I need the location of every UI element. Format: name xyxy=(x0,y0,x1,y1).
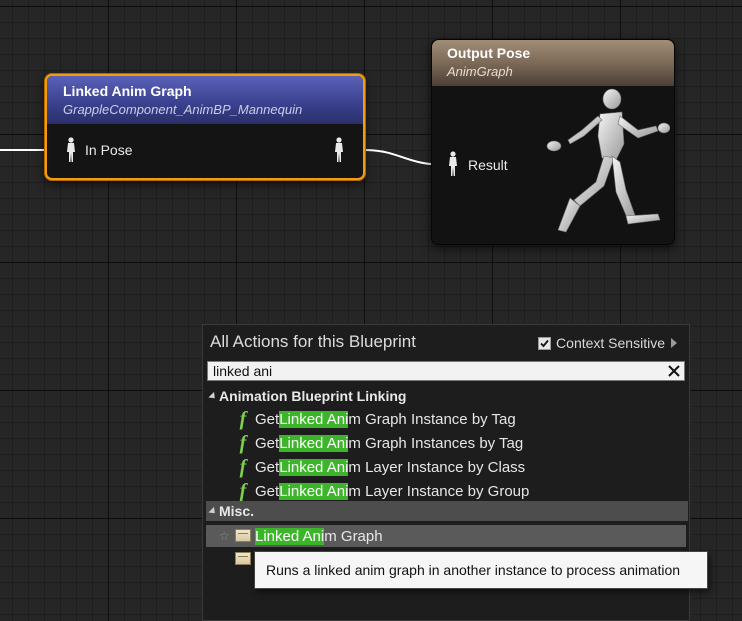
linked-node-title: Linked Anim Graph xyxy=(63,83,192,99)
linked-node-body: In Pose xyxy=(47,124,363,178)
output-node-subtitle: AnimGraph xyxy=(447,64,513,79)
output-node-title: Output Pose xyxy=(447,45,531,61)
category-label: Misc. xyxy=(219,503,255,519)
context-sensitive-label: Context Sensitive xyxy=(556,335,665,351)
output-node-header[interactable]: Output Pose AnimGraph xyxy=(432,40,674,86)
linked-anim-graph-node[interactable]: Linked Anim Graph GrappleComponent_AnimB… xyxy=(45,74,365,180)
action-item[interactable]: f Get Linked Ani m Graph Instance by Tag xyxy=(235,408,516,430)
category-animation-blueprint-linking[interactable]: Animation Blueprint Linking xyxy=(208,388,407,404)
search-match-highlight: Linked Ani xyxy=(279,434,349,452)
action-item[interactable]: f Get Linked Ani m Graph Instances by Tag xyxy=(235,431,524,454)
context-sensitive-checkbox[interactable] xyxy=(538,336,552,350)
item-suffix: m Layer Instance by Class xyxy=(348,458,526,476)
collapse-arrow-icon[interactable] xyxy=(208,391,218,401)
context-expand-arrow-icon[interactable] xyxy=(671,338,677,348)
action-tooltip: Runs a linked anim graph in another inst… xyxy=(254,551,708,589)
action-item[interactable]: f Get Linked Ani m Layer Instance by Clas… xyxy=(235,455,526,478)
result-pin-icon[interactable] xyxy=(447,151,459,177)
anim-node-icon xyxy=(235,552,251,565)
linked-node-subtitle: GrappleComponent_AnimBP_Mannequin xyxy=(63,102,303,117)
search-box[interactable] xyxy=(207,361,685,381)
out-pose-pin-icon[interactable] xyxy=(333,137,345,163)
action-menu-title: All Actions for this Blueprint xyxy=(210,332,416,351)
action-item-linked-anim-graph[interactable]: Linked Ani m Graph xyxy=(255,525,383,547)
function-icon: f xyxy=(239,431,247,454)
in-pose-pin-icon[interactable] xyxy=(65,137,77,163)
collapse-arrow-icon[interactable] xyxy=(208,506,218,516)
search-match-highlight: Linked Ani xyxy=(279,458,349,476)
misc-category-bar[interactable] xyxy=(206,501,688,521)
search-match-highlight: Linked Ani xyxy=(255,527,325,545)
anim-node-icon xyxy=(235,529,251,542)
item-suffix: m Graph Instances by Tag xyxy=(348,434,524,452)
item-suffix: m Graph xyxy=(324,527,383,545)
result-label: Result xyxy=(468,157,508,173)
item-suffix: m Layer Instance by Group xyxy=(348,482,530,500)
search-match-highlight: Linked Ani xyxy=(279,410,349,428)
function-icon: f xyxy=(239,455,247,478)
category-label: Animation Blueprint Linking xyxy=(219,388,407,404)
output-pose-node[interactable]: Output Pose AnimGraph Result xyxy=(431,39,675,245)
function-icon: f xyxy=(239,479,247,502)
search-match-highlight: Linked Ani xyxy=(279,482,349,500)
search-input[interactable] xyxy=(213,362,653,380)
action-item[interactable]: f Get Linked Ani m Layer Instance by Grou… xyxy=(235,479,530,502)
item-prefix: Get xyxy=(255,434,280,452)
favorite-star-icon[interactable]: ☆ xyxy=(219,529,230,543)
item-prefix: Get xyxy=(255,482,280,500)
linked-node-header[interactable]: Linked Anim Graph GrappleComponent_AnimB… xyxy=(47,76,363,124)
in-pose-label: In Pose xyxy=(85,142,133,158)
checkmark-icon xyxy=(540,339,549,347)
category-misc[interactable]: Misc. xyxy=(208,503,255,519)
context-sensitive-toggle[interactable]: Context Sensitive xyxy=(538,335,677,351)
clear-search-icon[interactable] xyxy=(667,364,681,378)
item-suffix: m Graph Instance by Tag xyxy=(348,410,516,428)
item-prefix: Get xyxy=(255,410,280,428)
function-icon: f xyxy=(239,407,247,430)
running-mannequin-icon xyxy=(546,88,670,233)
item-prefix: Get xyxy=(255,458,280,476)
